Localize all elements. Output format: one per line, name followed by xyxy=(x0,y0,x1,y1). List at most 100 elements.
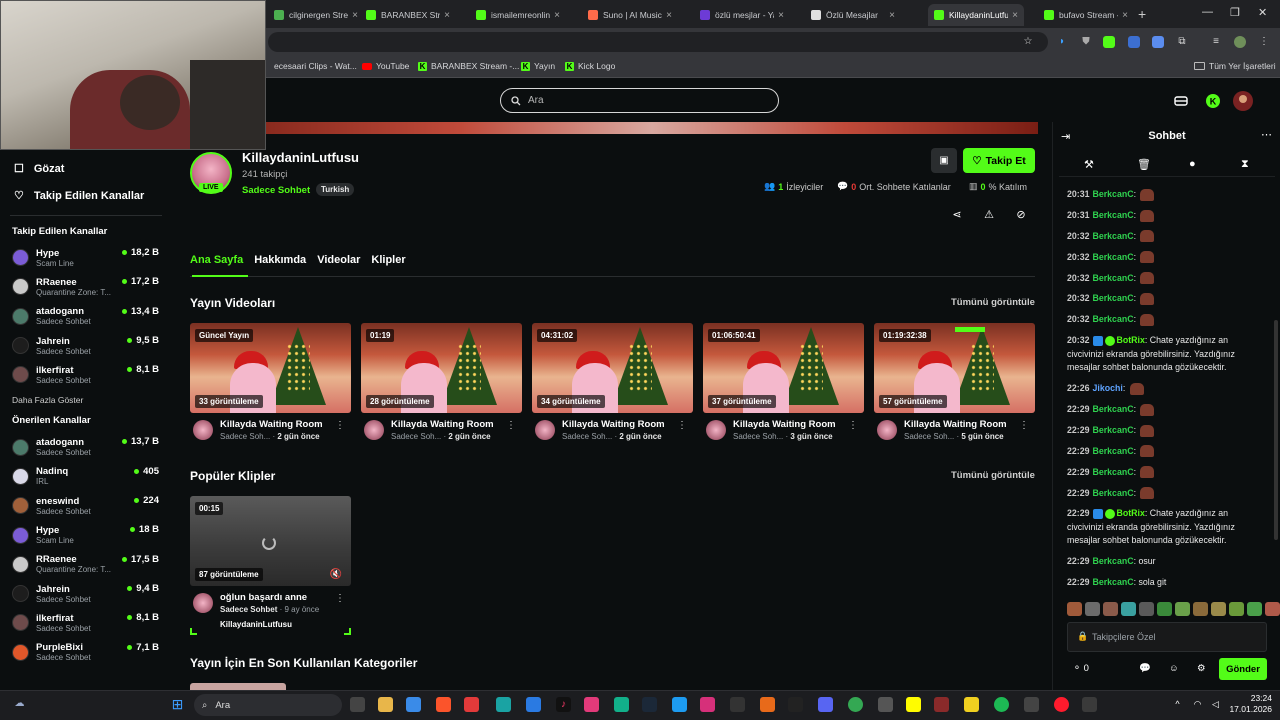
video-avatar[interactable] xyxy=(877,420,897,440)
browser-tab[interactable]: ismailemreonline × xyxy=(470,4,566,26)
message-username[interactable]: BerkcanC xyxy=(1093,577,1134,587)
video-title[interactable]: Killayda Waiting Room xyxy=(220,419,323,430)
videos-see-all-link[interactable]: Tümünü görüntüle xyxy=(951,297,1035,308)
show-more-link[interactable]: Daha Fazla Göster xyxy=(0,395,166,405)
instagram-icon[interactable] xyxy=(700,697,715,712)
tab-close-icon[interactable]: × xyxy=(1122,10,1128,21)
emote[interactable] xyxy=(1103,602,1118,616)
sidebar-channel[interactable]: atadogann Sadece Sohbet 13,7 B xyxy=(0,432,166,461)
browser-tab[interactable]: Özlü Mesajlar × xyxy=(805,4,901,26)
emote[interactable] xyxy=(1121,602,1136,616)
rewards-icon[interactable] xyxy=(1173,93,1189,109)
nav-following[interactable]: ♡ Takip Edilen Kanallar xyxy=(0,182,166,209)
emote[interactable] xyxy=(1175,602,1190,616)
tab-about[interactable]: Hakkımda xyxy=(254,254,306,274)
close-window-button[interactable]: ✕ xyxy=(1258,6,1267,19)
tab-close-icon[interactable]: × xyxy=(666,10,672,21)
tab-home[interactable]: Ana Sayfa xyxy=(190,254,243,274)
sidebar-channel[interactable]: PurpleBixi Sadece Sohbet 7,1 B xyxy=(0,638,166,667)
app-icon[interactable] xyxy=(614,697,629,712)
message-username[interactable]: BerkcanC xyxy=(1093,231,1134,241)
user-avatar[interactable] xyxy=(1232,90,1254,112)
message-username[interactable]: BerkcanC xyxy=(1093,273,1134,283)
video-thumbnail[interactable]: 01:06:50:41 37 görüntüleme xyxy=(703,323,864,413)
bookmark-item[interactable]: K BARANBEX Stream -... xyxy=(418,61,519,71)
nav-browse[interactable]: ☐ Gözat xyxy=(0,155,166,182)
video-avatar[interactable] xyxy=(706,420,726,440)
more-options-icon[interactable]: ⋮ xyxy=(335,593,345,604)
app-icon[interactable] xyxy=(878,697,893,712)
tab-close-icon[interactable]: × xyxy=(444,10,450,21)
message-username[interactable]: BerkcanC xyxy=(1093,189,1134,199)
message-username[interactable]: BerkcanC xyxy=(1093,252,1134,262)
video-thumbnail[interactable]: 04:31:02 34 görüntüleme xyxy=(532,323,693,413)
clip-thumbnail[interactable]: 00:15 87 görüntüleme 🔇 xyxy=(190,496,351,586)
media-player-icon[interactable] xyxy=(464,697,479,712)
video-category[interactable]: Sadece Soh... xyxy=(904,432,954,441)
chat-scrollbar[interactable] xyxy=(1274,320,1278,540)
clip-channel-name[interactable]: KillaydaninLutfusu xyxy=(220,620,351,629)
pin-icon[interactable]: ⚒ xyxy=(1084,158,1094,171)
points-display[interactable]: ⚬ 0 xyxy=(1073,663,1089,674)
chat-bubble-icon[interactable]: 💬 xyxy=(1139,663,1151,674)
sidebar-channel[interactable]: RRaenee Quarantine Zone: T... 17,5 B xyxy=(0,550,166,579)
message-username[interactable]: BerkcanC xyxy=(1093,210,1134,220)
message-username[interactable]: BerkcanC xyxy=(1093,425,1134,435)
emote[interactable] xyxy=(1085,602,1100,616)
steam-icon[interactable] xyxy=(642,697,657,712)
sidebar-channel[interactable]: Hype Scam Line 18,2 B xyxy=(0,243,166,272)
sidebar-channel[interactable]: ilkerfirat Sadece Sohbet 8,1 B xyxy=(0,360,166,389)
message-username[interactable]: BerkcanC xyxy=(1093,314,1134,324)
message-username[interactable]: BotRix xyxy=(1117,508,1145,518)
clip-title[interactable]: oğlun başardı anne xyxy=(220,592,307,603)
emote[interactable] xyxy=(1193,602,1208,616)
app-icon[interactable] xyxy=(964,697,979,712)
clip-card[interactable]: 00:15 87 görüntüleme 🔇 oğlun başardı ann… xyxy=(190,496,351,635)
show-hidden-icons[interactable]: ^ xyxy=(1170,697,1185,712)
gift-sub-button[interactable]: ▣ xyxy=(931,148,957,173)
tab-close-icon[interactable]: × xyxy=(889,10,895,21)
snapchat-icon[interactable] xyxy=(906,697,921,712)
more-options-icon[interactable]: ⋮ xyxy=(1019,420,1029,431)
opera-icon[interactable] xyxy=(1054,697,1069,712)
video-thumbnail[interactable]: Güncel Yayın 33 görüntüleme xyxy=(190,323,351,413)
browser-tab[interactable]: bufavo Stream - K × xyxy=(1038,4,1134,26)
chat-input[interactable]: 🔒 Takipçilere Özel xyxy=(1067,622,1267,652)
video-title[interactable]: Killayda Waiting Room xyxy=(904,419,1007,430)
windows-start-icon[interactable]: ⊞ xyxy=(170,697,185,712)
sidebar-channel[interactable]: RRaenee Quarantine Zone: T... 17,2 B xyxy=(0,272,166,301)
weather-icon[interactable]: ☁ xyxy=(12,696,27,711)
message-username[interactable]: BerkcanC xyxy=(1093,467,1134,477)
minimize-button[interactable]: — xyxy=(1202,6,1213,18)
app-icon[interactable] xyxy=(1082,697,1097,712)
edge-icon[interactable] xyxy=(526,697,541,712)
message-username[interactable]: BerkcanC xyxy=(1093,446,1134,456)
video-title[interactable]: Killayda Waiting Room xyxy=(733,419,836,430)
sidebar-channel[interactable]: ilkerfirat Sadece Sohbet 8,1 B xyxy=(0,608,166,637)
sidebar-channel[interactable]: Jahrein Sadece Sohbet 9,4 B xyxy=(0,579,166,608)
more-options-icon[interactable]: ⋮ xyxy=(335,420,345,431)
emote[interactable] xyxy=(1157,602,1172,616)
spotify-icon[interactable] xyxy=(994,697,1009,712)
more-options-icon[interactable]: ⋮ xyxy=(848,420,858,431)
muted-speaker-icon[interactable]: 🔇 xyxy=(330,569,342,580)
video-card[interactable]: 01:19:32:38 57 görüntüleme Killayda Waitin… xyxy=(874,323,1035,443)
video-thumbnail[interactable]: 01:19 28 görüntüleme xyxy=(361,323,522,413)
bookmark-star-icon[interactable]: ☆ xyxy=(1022,36,1034,48)
browser-tab[interactable]: özlü mesjlar - Yah × xyxy=(694,4,790,26)
tab-close-icon[interactable]: × xyxy=(1012,10,1018,21)
wifi-icon[interactable]: ◠ xyxy=(1190,697,1205,712)
omnibox[interactable] xyxy=(268,32,1048,52)
sidebar-channel[interactable]: Hype Scam Line 18 B xyxy=(0,520,166,549)
app-icon[interactable] xyxy=(584,697,599,712)
mute-notifications-icon[interactable]: ⊘ xyxy=(1014,208,1028,222)
more-options-icon[interactable]: ⋮ xyxy=(506,420,516,431)
browser-tab[interactable]: BARANBEX Stream× xyxy=(360,4,456,26)
emote[interactable] xyxy=(1247,602,1262,616)
sidebar-channel[interactable]: eneswind Sadece Sohbet 224 xyxy=(0,491,166,520)
send-button[interactable]: Gönder xyxy=(1219,658,1267,680)
system-clock[interactable]: 23:24 17.01.2026 xyxy=(1222,693,1272,715)
browser-tab[interactable]: cilginergen Stream× xyxy=(268,4,364,26)
maximize-button[interactable]: ❐ xyxy=(1230,6,1240,19)
tiktok-icon[interactable]: ♪ xyxy=(556,697,571,712)
